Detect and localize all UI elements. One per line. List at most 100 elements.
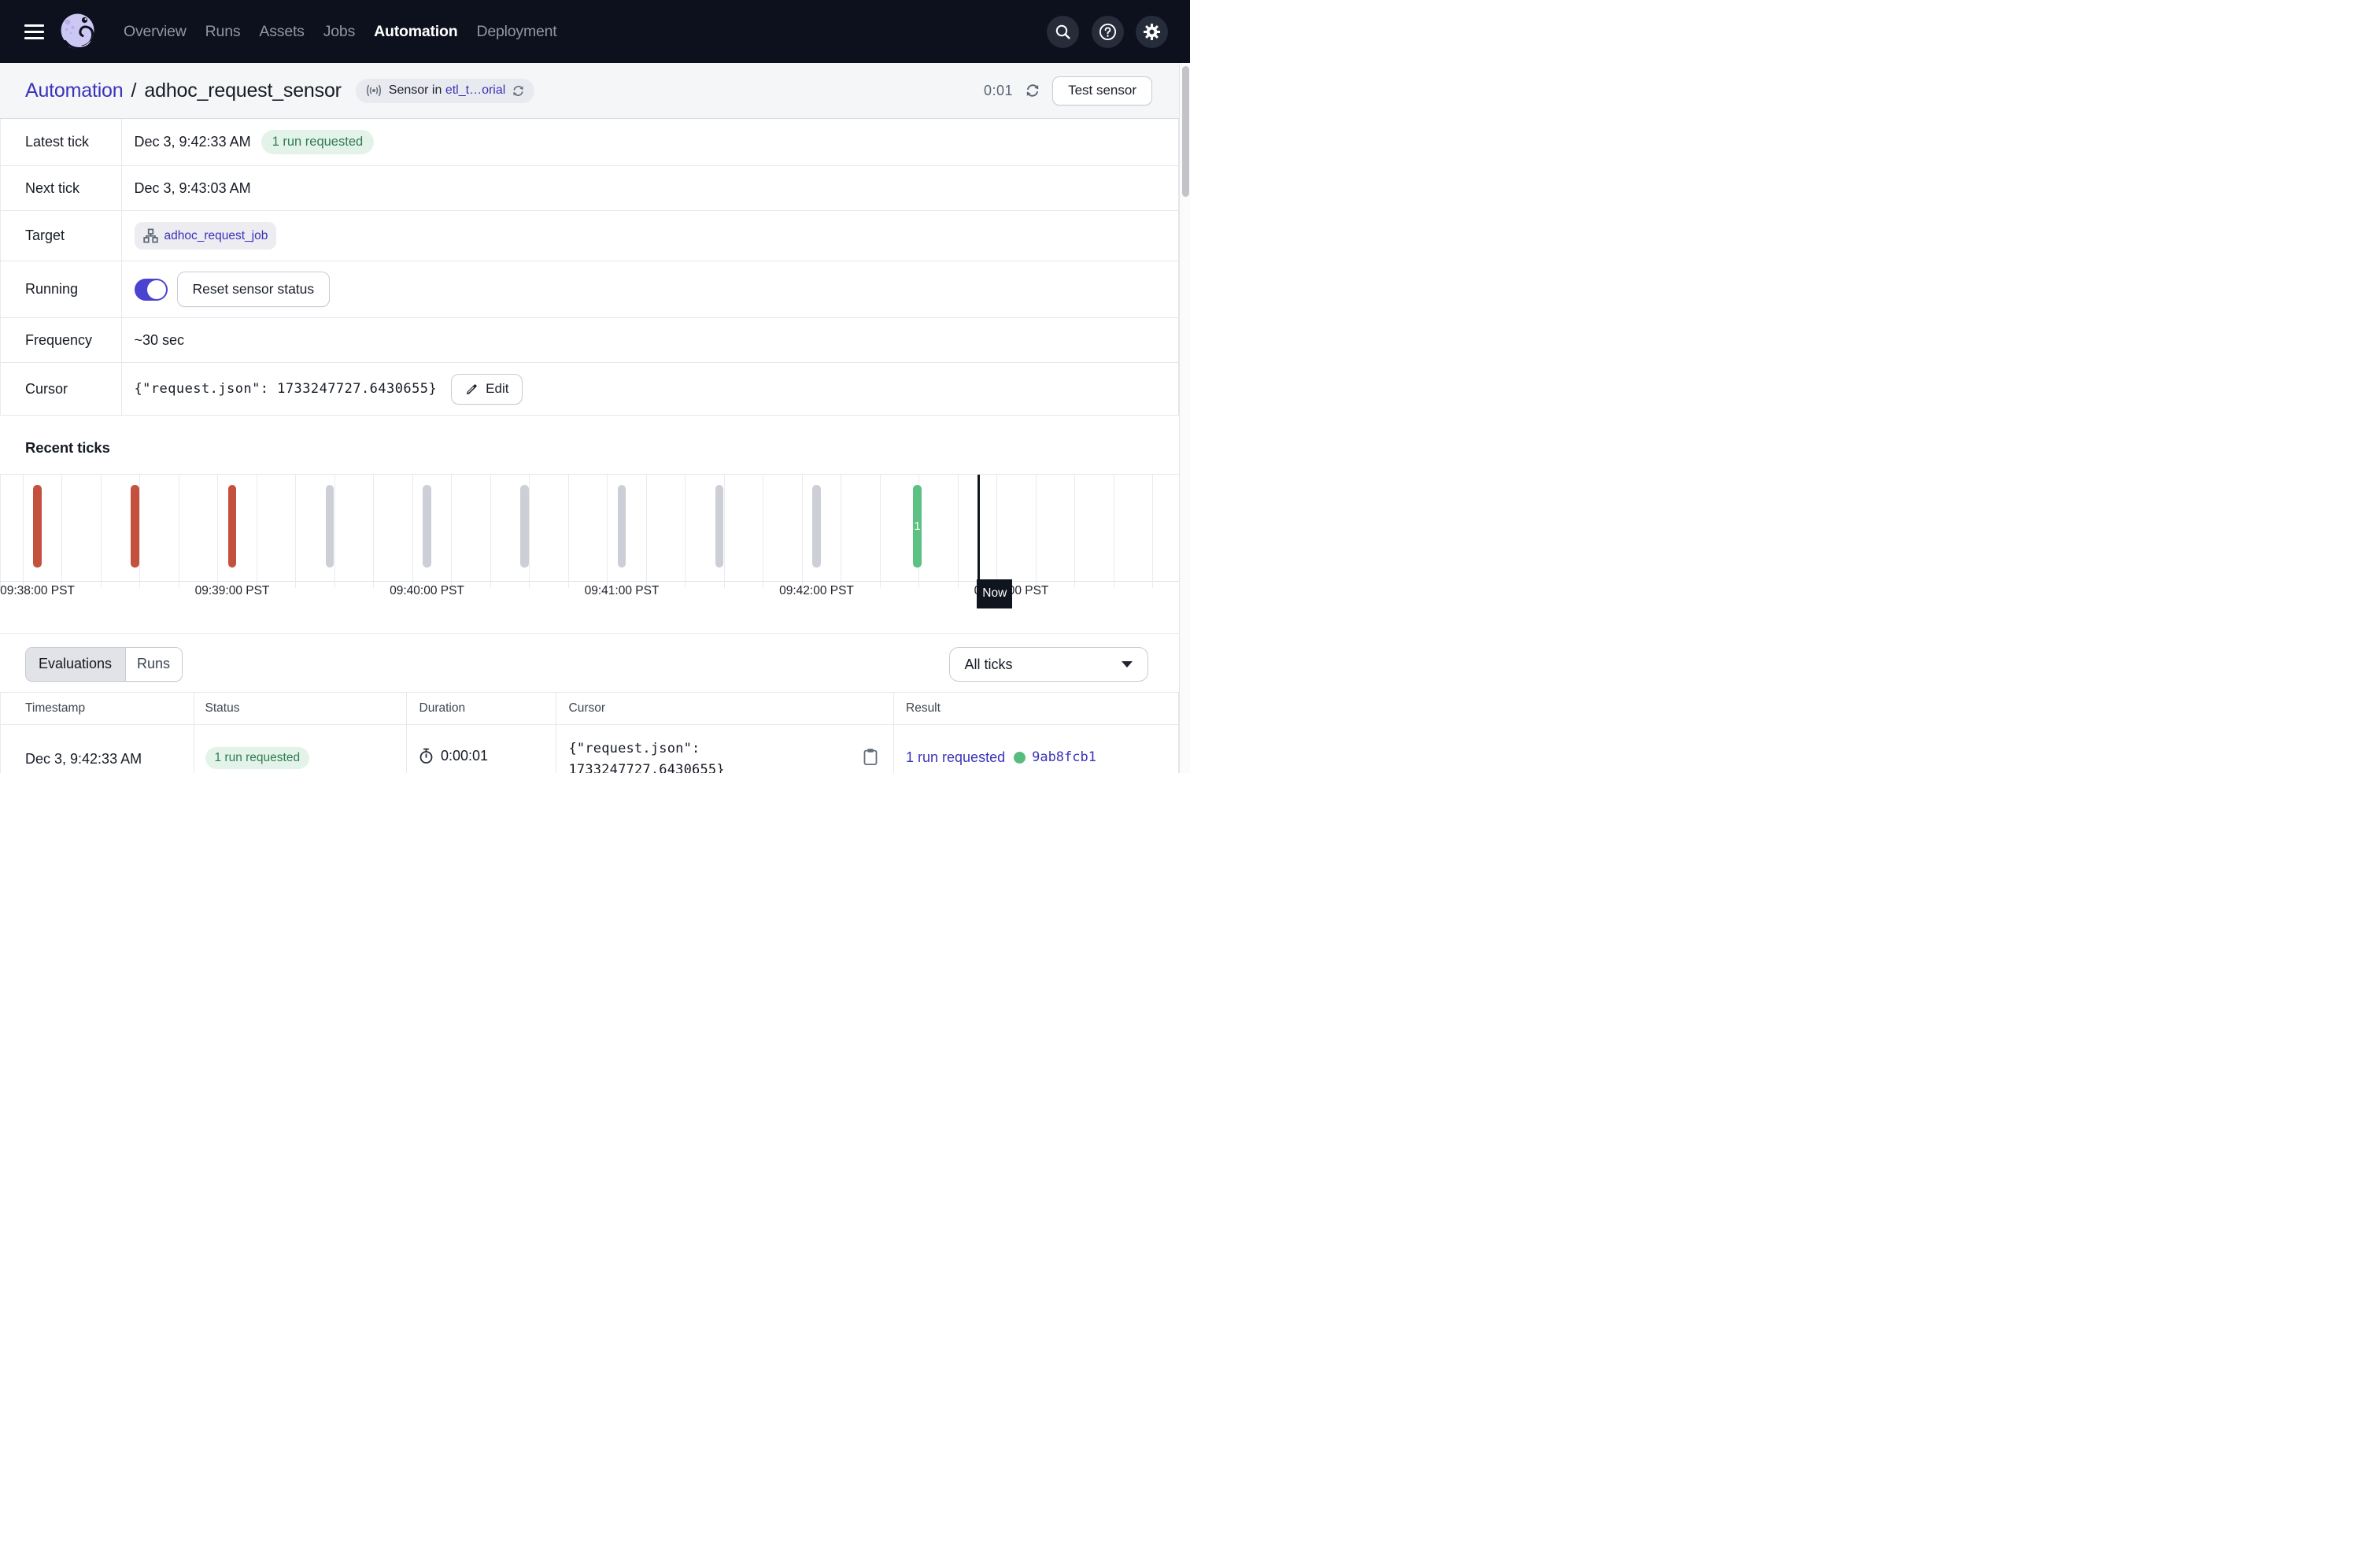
chart-gridline: [334, 475, 335, 588]
tick-bar-failure[interactable]: [131, 485, 139, 568]
nav-item-overview[interactable]: Overview: [124, 23, 187, 40]
nav-item-assets[interactable]: Assets: [259, 23, 304, 40]
target-job-link[interactable]: adhoc_request_job: [164, 229, 268, 243]
chart-left-edge-line: [0, 475, 1, 588]
run-id-link[interactable]: 9ab8fcb1: [1032, 749, 1096, 765]
chart-gridline: [373, 475, 374, 588]
copy-cursor-button[interactable]: [863, 748, 878, 766]
chart-gridline: [802, 475, 803, 588]
page-header: Automation / adhoc_request_sensor Sensor…: [0, 63, 1190, 119]
tick-bar-skipped[interactable]: [812, 485, 821, 568]
chart-gridline: [139, 475, 140, 588]
evaluation-row[interactable]: Dec 3, 9:42:33 AM 1 run requested 0:00:0…: [1, 725, 1178, 774]
next-tick-label: Next tick: [1, 166, 122, 210]
search-button[interactable]: [1047, 16, 1079, 48]
gear-icon: [1143, 23, 1161, 41]
tick-bar-skipped[interactable]: [715, 485, 724, 568]
chart-gridline: [23, 475, 24, 588]
evaluation-result-link[interactable]: 1 run requested: [906, 749, 1005, 766]
tick-bar-failure[interactable]: [33, 485, 42, 568]
test-sensor-button[interactable]: Test sensor: [1052, 76, 1152, 105]
tick-bar-skipped[interactable]: [326, 485, 334, 568]
chart-gridline: [412, 475, 413, 588]
chart-gridline: [724, 475, 725, 588]
cursor-label: Cursor: [1, 363, 122, 415]
evaluation-duration-cell: 0:00:01: [419, 748, 488, 764]
nav-item-automation[interactable]: Automation: [374, 23, 457, 40]
evaluations-table-header: TimestampStatusDurationCursorResult: [1, 693, 1178, 725]
run-status-dot: [1014, 752, 1026, 764]
evaluation-cursor: {"request.json":1733247727.6430655}: [569, 738, 852, 774]
tab-evaluations[interactable]: Evaluations: [26, 648, 126, 681]
chart-gridline: [1074, 475, 1075, 588]
tick-timeline-chart[interactable]: Now 109:38:00 PST09:39:00 PST09:40:00 PS…: [0, 474, 1179, 608]
latest-tick-status-badge: 1 run requested: [261, 130, 375, 154]
now-marker-label: Now: [977, 579, 1012, 608]
tab-runs[interactable]: Runs: [126, 648, 182, 681]
chart-gridline: [685, 475, 686, 588]
refresh-icon[interactable]: [1025, 83, 1040, 98]
chart-gridline: [646, 475, 647, 588]
sensor-details-table: Latest tick Dec 3, 9:42:33 AM 1 run requ…: [0, 119, 1179, 416]
help-icon: [1099, 23, 1117, 41]
chart-gridline: [1036, 475, 1037, 588]
code-location-link[interactable]: etl_t…orial: [445, 83, 505, 97]
scrollbar-track[interactable]: [1179, 63, 1190, 773]
tick-bar-skipped[interactable]: [520, 485, 529, 568]
top-nav: Overview Runs Assets Jobs Automation Dep…: [0, 0, 1190, 63]
nav-item-deployment[interactable]: Deployment: [476, 23, 556, 40]
settings-button[interactable]: [1136, 16, 1168, 48]
chart-gridline: [295, 475, 296, 588]
chart-gridline: [607, 475, 608, 588]
axis-label: 09:42:00 PST: [779, 584, 854, 598]
running-toggle[interactable]: [135, 279, 168, 301]
tick-filter-value: All ticks: [965, 656, 1013, 673]
stopwatch-icon: [419, 748, 434, 764]
next-tick-value: Dec 3, 9:43:03 AM: [135, 180, 251, 197]
detail-row-next-tick: Next tick Dec 3, 9:43:03 AM: [1, 166, 1178, 211]
evaluations-runs-tabs: EvaluationsRuns: [25, 647, 183, 682]
tick-filter-select[interactable]: All ticks: [949, 647, 1149, 682]
chart-gridline: [101, 475, 102, 588]
nav-item-jobs[interactable]: Jobs: [323, 23, 355, 40]
dagster-logo-icon[interactable]: [59, 13, 97, 50]
axis-label: 09:38:00 PST: [0, 584, 75, 598]
dagster-sensor-page: Overview Runs Assets Jobs Automation Dep…: [0, 0, 1190, 773]
latest-tick-label: Latest tick: [1, 119, 122, 165]
help-button[interactable]: [1092, 16, 1124, 48]
chart-gridline: [217, 475, 218, 588]
detail-row-cursor: Cursor {"request.json": 1733247727.64306…: [1, 363, 1178, 416]
reset-sensor-status-button[interactable]: Reset sensor status: [177, 272, 331, 307]
breadcrumb-automation-link[interactable]: Automation: [25, 80, 123, 102]
tick-bar-failure[interactable]: [228, 485, 237, 568]
sensor-icon: [365, 84, 382, 97]
clipboard-icon: [863, 748, 878, 766]
detail-row-target: Target adhoc_request_job: [1, 211, 1178, 261]
breadcrumb-separator: /: [131, 80, 136, 102]
target-job-pill[interactable]: adhoc_request_job: [135, 222, 277, 250]
nav-item-runs[interactable]: Runs: [205, 23, 241, 40]
axis-label: 09:39:00 PST: [195, 584, 270, 598]
evaluation-status-badge: 1 run requested: [205, 747, 310, 769]
chart-gridline: [490, 475, 491, 588]
page-title: adhoc_request_sensor: [144, 80, 341, 102]
hamburger-menu-icon[interactable]: [24, 24, 44, 39]
column-header-timestamp: Timestamp: [25, 693, 85, 725]
running-label: Running: [1, 261, 122, 317]
job-icon: [143, 228, 158, 243]
chart-gridline: [1152, 475, 1153, 588]
nav-links: Overview Runs Assets Jobs Automation Dep…: [124, 23, 557, 41]
tick-bar-skipped[interactable]: [423, 485, 431, 568]
column-header-duration: Duration: [419, 693, 466, 725]
scrollbar-thumb[interactable]: [1182, 66, 1189, 197]
edit-cursor-button[interactable]: Edit: [451, 374, 523, 405]
search-icon: [1055, 24, 1071, 40]
tick-bar-skipped[interactable]: [618, 485, 626, 568]
header-right-controls: 0:01 Test sensor: [984, 76, 1152, 105]
reload-location-icon[interactable]: [512, 84, 525, 98]
evaluations-table: TimestampStatusDurationCursorResult Dec …: [0, 692, 1179, 773]
chart-gridline: [568, 475, 569, 588]
tick-bar-success[interactable]: 1: [913, 485, 922, 568]
frequency-label: Frequency: [1, 318, 122, 362]
chart-gridline: [958, 475, 959, 588]
